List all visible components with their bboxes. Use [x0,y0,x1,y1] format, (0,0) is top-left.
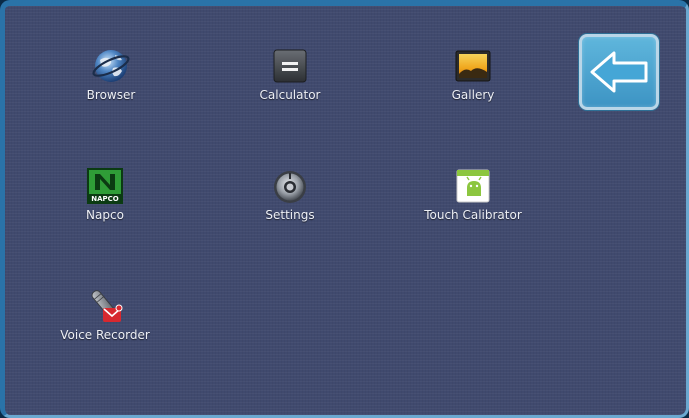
app-touch-calibrator[interactable]: Touch Calibrator [403,166,543,234]
app-settings[interactable]: Settings [220,166,360,234]
gallery-icon [453,46,493,86]
napco-logo-icon: NAPCO [85,166,125,206]
app-browser[interactable]: Browser [41,46,181,114]
app-voice-recorder[interactable]: Voice Recorder [35,286,175,354]
globe-icon [91,46,131,86]
app-label: Browser [86,88,136,102]
back-button[interactable] [579,34,659,110]
calculator-icon [270,46,310,86]
app-label: Settings [265,208,315,222]
back-arrow-icon [590,51,648,93]
app-label: Voice Recorder [60,328,150,342]
launcher-screen: Browser Calculator Gallery NAPCO Napco S… [0,0,689,418]
app-label: Touch Calibrator [424,208,522,222]
microphone-icon [85,286,125,326]
android-calibrator-icon [453,166,493,206]
svg-text:NAPCO: NAPCO [91,195,119,203]
app-label: Calculator [259,88,321,102]
app-gallery[interactable]: Gallery [403,46,543,114]
app-napco[interactable]: NAPCO Napco [35,166,175,234]
app-calculator[interactable]: Calculator [220,46,360,114]
settings-knob-icon [270,166,310,206]
app-label: Gallery [451,88,495,102]
app-label: Napco [86,208,124,222]
